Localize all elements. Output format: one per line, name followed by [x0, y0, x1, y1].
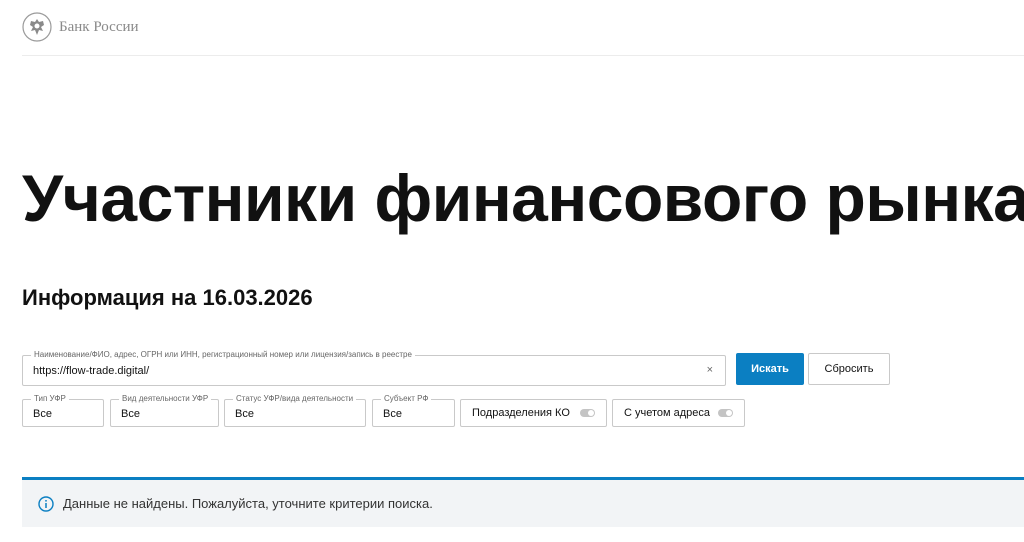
logo[interactable]: Банк России — [22, 12, 139, 42]
filter-region[interactable]: Субъект РФ Все — [372, 394, 455, 427]
clear-icon[interactable]: × — [707, 364, 713, 376]
filter-status-value: Все — [235, 408, 254, 420]
toggle-switch[interactable] — [718, 409, 733, 417]
filter-region-label: Субъект РФ — [381, 394, 432, 404]
no-results-text: Данные не найдены. Пожалуйста, уточните … — [63, 496, 433, 511]
no-results-message: Данные не найдены. Пожалуйста, уточните … — [22, 477, 1024, 527]
filter-status[interactable]: Статус УФР/вида деятельности Все — [224, 394, 366, 427]
search-button[interactable]: Искать — [736, 353, 804, 385]
site-header: Банк России — [22, 0, 1024, 56]
info-date-title: Информация на 16.03.2026 — [22, 285, 313, 310]
filter-status-label: Статус УФР/вида деятельности — [233, 394, 357, 404]
toggle-switch[interactable] — [580, 409, 595, 417]
info-icon — [38, 495, 54, 512]
search-field[interactable]: Наименование/ФИО, адрес, ОГРН или ИНН, р… — [22, 350, 726, 386]
toggle-credit-org-branches-label: Подразделения КО — [472, 407, 570, 419]
filter-activity-type-label: Вид деятельности УФР — [119, 394, 212, 404]
search-input-value[interactable]: https://flow-trade.digital/ — [33, 365, 149, 377]
search-field-label: Наименование/ФИО, адрес, ОГРН или ИНН, р… — [31, 350, 415, 360]
filter-ufr-type-label: Тип УФР — [31, 394, 69, 404]
page-title: Участники финансового рынка — [22, 161, 1024, 235]
toggle-credit-org-branches[interactable]: Подразделения КО — [460, 399, 607, 427]
filter-ufr-type[interactable]: Тип УФР Все — [22, 394, 104, 427]
emblem-icon — [22, 12, 52, 42]
logo-text: Банк России — [59, 18, 139, 35]
toggle-with-address[interactable]: С учетом адреса — [612, 399, 745, 427]
toggle-knob — [726, 410, 732, 416]
reset-button[interactable]: Сбросить — [808, 353, 890, 385]
filter-ufr-type-value: Все — [33, 408, 52, 420]
toggle-with-address-label: С учетом адреса — [624, 407, 711, 419]
filter-region-value: Все — [383, 408, 402, 420]
filter-activity-type[interactable]: Вид деятельности УФР Все — [110, 394, 219, 427]
toggle-knob — [588, 410, 594, 416]
filter-activity-type-value: Все — [121, 408, 140, 420]
